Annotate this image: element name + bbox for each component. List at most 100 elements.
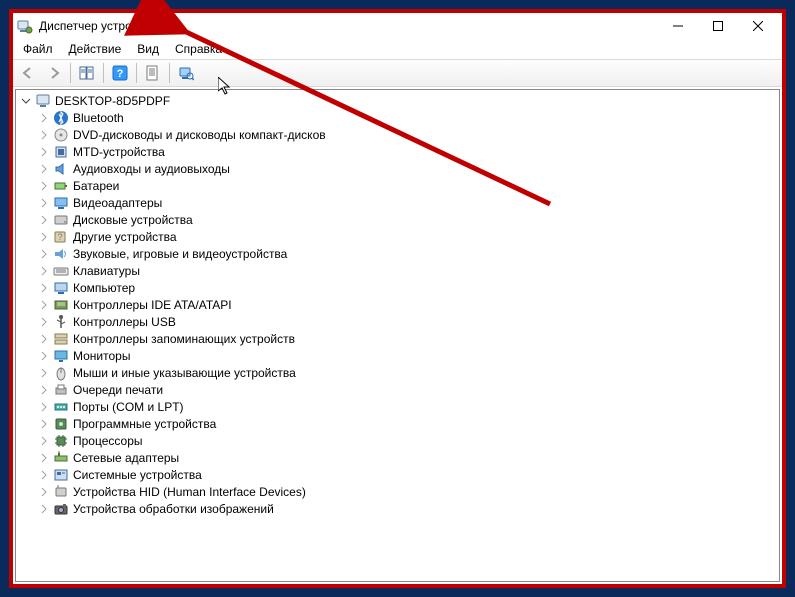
close-button[interactable] [738,13,778,39]
tree-item[interactable]: Дисковые устройства [16,211,779,228]
expand-icon[interactable] [38,350,50,362]
forward-button[interactable] [42,61,66,85]
sound-icon [53,246,69,262]
tree-item[interactable]: MTD-устройства [16,143,779,160]
expand-icon[interactable] [38,265,50,277]
bt-icon [53,110,69,126]
tree-item[interactable]: Контроллеры USB [16,313,779,330]
expand-icon[interactable] [38,231,50,243]
device-tree[interactable]: DESKTOP-8D5PDPF Bluetooth DVD-дисководы и… [15,89,780,582]
expand-icon[interactable] [38,282,50,294]
tree-item-label: Клавиатуры [73,264,140,278]
tree-item[interactable]: Программные устройства [16,415,779,432]
tree-root-label: DESKTOP-8D5PDPF [55,94,170,108]
tree-item-label: Очереди печати [73,383,163,397]
tree-item-label: Программные устройства [73,417,216,431]
tree-item[interactable]: Аудиовходы и аудиовыходы [16,160,779,177]
tree-item-label: DVD-дисководы и дисководы компакт-дисков [73,128,326,142]
maximize-button[interactable] [698,13,738,39]
tree-item[interactable]: Компьютер [16,279,779,296]
window-title: Диспетчер устройств [39,19,156,33]
expand-icon[interactable] [38,146,50,158]
tree-item[interactable]: Устройства HID (Human Interface Devices) [16,483,779,500]
tree-item[interactable]: Клавиатуры [16,262,779,279]
mtd-icon [53,144,69,160]
tree-item-label: Устройства обработки изображений [73,502,274,516]
menu-file[interactable]: Файл [17,40,59,58]
battery-icon [53,178,69,194]
tree-root-row[interactable]: DESKTOP-8D5PDPF [16,92,779,109]
expand-icon[interactable] [38,503,50,515]
menu-view[interactable]: Вид [131,40,165,58]
expand-icon[interactable] [38,299,50,311]
tree-item[interactable]: DVD-дисководы и дисководы компакт-дисков [16,126,779,143]
tree-item[interactable]: Порты (COM и LPT) [16,398,779,415]
expand-icon[interactable] [38,367,50,379]
tree-item-label: Другие устройства [73,230,177,244]
tree-item[interactable]: Сетевые адаптеры [16,449,779,466]
tree-item[interactable]: Процессоры [16,432,779,449]
expand-icon[interactable] [38,486,50,498]
menu-help[interactable]: Справка [169,40,228,58]
toolbar: ? [13,59,782,87]
tree-item[interactable]: Звуковые, игровые и видеоустройства [16,245,779,262]
expand-icon[interactable] [38,333,50,345]
tree-item[interactable]: ?Другие устройства [16,228,779,245]
properties-button[interactable] [141,61,165,85]
tree-item-label: Компьютер [73,281,135,295]
tree-item-label: Устройства HID (Human Interface Devices) [73,485,306,499]
help-button[interactable]: ? [108,61,132,85]
usb-icon [53,314,69,330]
show-hide-console-button[interactable] [75,61,99,85]
tree-item[interactable]: Мониторы [16,347,779,364]
toolbar-separator [103,63,104,83]
tree-item-label: Процессоры [73,434,143,448]
disc-icon [53,127,69,143]
expand-icon[interactable] [38,401,50,413]
computer-icon [35,93,51,109]
expand-icon[interactable] [38,163,50,175]
soft-icon [53,416,69,432]
tree-item[interactable]: Мыши и иные указывающие устройства [16,364,779,381]
tree-item[interactable]: Bluetooth [16,109,779,126]
tree-item-label: Bluetooth [73,111,124,125]
tree-item-label: Сетевые адаптеры [73,451,179,465]
tree-item[interactable]: Очереди печати [16,381,779,398]
tree-item[interactable]: Контроллеры IDE ATA/ATAPI [16,296,779,313]
display-icon [53,195,69,211]
menu-action[interactable]: Действие [63,40,128,58]
expand-icon[interactable] [38,214,50,226]
tree-item[interactable]: Видеоадаптеры [16,194,779,211]
expand-icon[interactable] [38,248,50,260]
expand-icon[interactable] [38,469,50,481]
tree-item-label: Системные устройства [73,468,202,482]
scan-hardware-button[interactable] [174,61,198,85]
expand-icon[interactable] [38,435,50,447]
tree-item-label: Контроллеры IDE ATA/ATAPI [73,298,232,312]
expand-icon[interactable] [38,197,50,209]
expand-icon[interactable] [38,129,50,141]
printer-icon [53,382,69,398]
collapse-icon[interactable] [20,95,32,107]
tree-item-label: Звуковые, игровые и видеоустройства [73,247,287,261]
minimize-button[interactable] [658,13,698,39]
keyboard-icon [53,263,69,279]
app-icon [17,18,33,34]
tree-item[interactable]: Системные устройства [16,466,779,483]
tree-item[interactable]: Батареи [16,177,779,194]
back-button[interactable] [16,61,40,85]
expand-icon[interactable] [38,452,50,464]
tree-item-label: Мониторы [73,349,130,363]
expand-icon[interactable] [38,316,50,328]
expand-icon[interactable] [38,418,50,430]
expand-icon[interactable] [38,384,50,396]
tree-item[interactable]: Устройства обработки изображений [16,500,779,517]
tree-item-label: Видеоадаптеры [73,196,162,210]
expand-icon[interactable] [38,180,50,192]
titlebar: Диспетчер устройств [13,13,782,39]
tree-item[interactable]: Контроллеры запоминающих устройств [16,330,779,347]
expand-icon[interactable] [38,112,50,124]
tree-item-label: Аудиовходы и аудиовыходы [73,162,230,176]
svg-text:?: ? [117,68,124,80]
tree-item-label: Батареи [73,179,119,193]
